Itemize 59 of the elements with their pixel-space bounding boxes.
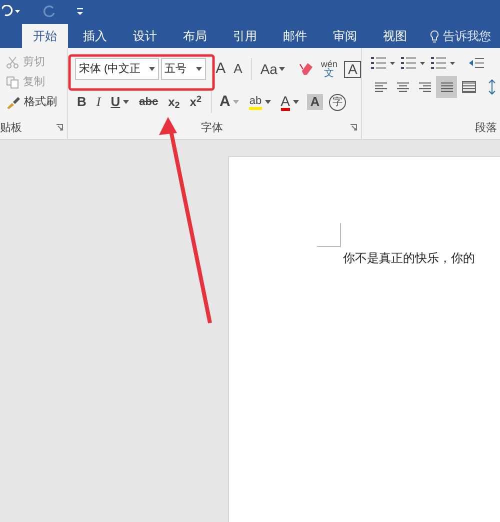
paintbrush-icon bbox=[6, 96, 20, 108]
dialog-launcher-icon[interactable] bbox=[350, 124, 357, 132]
caret-icon bbox=[264, 100, 271, 104]
highlight-button[interactable]: ab bbox=[244, 91, 276, 113]
bold-button[interactable]: B bbox=[72, 91, 92, 113]
undo-icon[interactable] bbox=[2, 5, 22, 17]
caret-icon bbox=[292, 100, 299, 104]
distributed-align-icon bbox=[462, 81, 476, 93]
alignment-button[interactable] bbox=[436, 76, 457, 98]
lightbulb-icon bbox=[430, 30, 439, 42]
font-size-field[interactable]: 五号 bbox=[160, 58, 206, 80]
ribbon-tab[interactable]: 设计 bbox=[122, 24, 168, 48]
customize-toolbar-icon[interactable] bbox=[76, 6, 84, 16]
underline-button[interactable]: U bbox=[106, 91, 134, 113]
numbered-list-icon[interactable] bbox=[400, 56, 428, 70]
ribbon-tab[interactable]: 布局 bbox=[172, 24, 218, 48]
character-border-button[interactable]: A bbox=[344, 60, 361, 78]
group-label: 段落 bbox=[475, 120, 498, 136]
align-center-icon bbox=[396, 81, 410, 93]
document-text: 你不是真正的快乐，你的 bbox=[343, 250, 476, 267]
ribbon-tab[interactable]: 引用 bbox=[222, 24, 268, 48]
grow-font-button[interactable]: A bbox=[208, 58, 229, 80]
phonetic-guide-button[interactable]: wén 文 bbox=[318, 60, 340, 78]
caret-icon bbox=[196, 67, 202, 71]
bullet-list-icon[interactable] bbox=[370, 56, 398, 70]
caret-icon bbox=[148, 67, 155, 71]
caret-icon bbox=[233, 100, 240, 104]
shrink-font-button[interactable]: A bbox=[230, 58, 246, 80]
scissors-icon bbox=[6, 56, 19, 68]
enclose-characters-button[interactable]: 字 bbox=[328, 94, 346, 110]
tell-me-search[interactable]: 告诉我您 bbox=[443, 27, 491, 45]
group-label: 字体 bbox=[201, 120, 223, 136]
caret-icon bbox=[123, 100, 130, 104]
align-right-icon bbox=[418, 81, 432, 93]
margin-corner-mark bbox=[317, 223, 341, 247]
text-effects-button[interactable]: A bbox=[210, 91, 244, 113]
character-shading-button[interactable]: A bbox=[306, 94, 323, 110]
strikethrough-button[interactable]: abc bbox=[134, 91, 164, 113]
superscript-button[interactable]: x$^{2}$ bbox=[184, 91, 206, 113]
ribbon-tab[interactable]: 插入 bbox=[72, 24, 118, 48]
align-justify-icon bbox=[440, 81, 454, 93]
multilevel-list-icon[interactable] bbox=[430, 56, 458, 70]
dialog-launcher-icon[interactable] bbox=[56, 124, 63, 132]
subscript-button[interactable]: x$_{2}$ bbox=[163, 91, 185, 113]
align-left-icon bbox=[374, 81, 388, 93]
ribbon-tab[interactable]: 视图 bbox=[372, 24, 418, 48]
format-painter-button[interactable]: 格式刷 bbox=[6, 92, 67, 112]
line-spacing-icon[interactable] bbox=[488, 79, 498, 95]
font-name-field[interactable]: 宋体 (中文正 bbox=[75, 58, 159, 80]
italic-button[interactable]: I bbox=[91, 91, 106, 113]
group-label: 贴板 bbox=[0, 120, 22, 136]
copy-icon bbox=[6, 76, 19, 88]
ribbon-tab[interactable]: 审阅 bbox=[322, 24, 368, 48]
caret-icon bbox=[279, 67, 286, 71]
ribbon-tab[interactable]: 开始 bbox=[22, 24, 68, 48]
font-color-button[interactable]: A bbox=[276, 91, 304, 113]
ribbon-tab[interactable]: 邮件 bbox=[272, 24, 318, 48]
decrease-indent-icon[interactable] bbox=[468, 57, 484, 69]
change-case-button[interactable]: Aa bbox=[251, 58, 288, 80]
